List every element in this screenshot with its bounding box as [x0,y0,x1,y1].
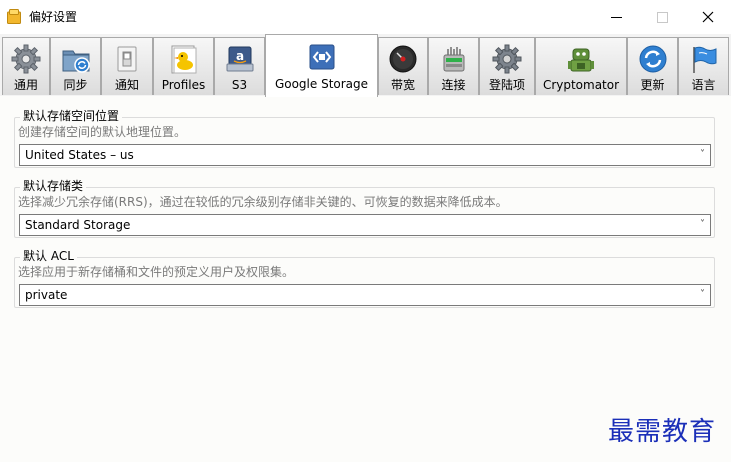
default-storage-class-group: 默认存储类 选择减少冗余存储(RRS)，通过在较低的冗余级别存储非关键的、可恢复… [14,178,715,238]
tab-label: 通知 [114,78,139,92]
tab-label: Cryptomator [542,78,620,92]
tab-label: 同步 [63,78,88,92]
tab-language[interactable]: 语言 [678,37,729,95]
minimize-button[interactable] [593,0,639,34]
preferences-toolbar: 通用 同步 通知 Profiles a S3 Google Storage 带宽… [0,34,731,97]
tab-label: Google Storage [274,77,369,91]
close-icon [702,11,714,23]
update-refresh-icon [639,45,666,73]
default-acl-value: private [25,288,68,302]
cryptomator-robot-icon [568,48,594,72]
tab-sync[interactable]: 同步 [50,37,101,95]
tab-label: 带宽 [390,78,415,92]
default-location-title: 默认存储空间位置 [20,108,123,124]
default-storage-class-description: 选择减少冗余存储(RRS)，通过在较低的冗余级别存储非关键的、可恢复的数据来降低… [18,195,508,209]
notification-switch-icon [117,46,137,72]
chevron-down-icon: ˅ [700,219,705,230]
tab-login-items[interactable]: 登陆项 [479,37,535,95]
bandwidth-gauge-icon [389,45,417,73]
sync-folder-icon [62,50,90,73]
default-location-select[interactable]: United States – us ˅ [19,144,711,166]
default-acl-title: 默认 ACL [20,248,77,264]
default-storage-class-title: 默认存储类 [20,178,87,194]
google-storage-settings-panel: 默认存储空间位置 创建存储空间的默认地理位置。 United States – … [0,96,731,462]
svg-text:a: a [235,49,243,63]
app-icon [7,9,21,24]
window-title: 偏好设置 [29,10,78,24]
default-acl-description: 选择应用于新存储桶和文件的预定义用户及权限集。 [18,265,295,279]
chevron-down-icon: ˅ [700,149,705,160]
tab-label: S3 [231,78,248,92]
chevron-down-icon: ˅ [700,289,705,300]
tab-label: 语言 [691,78,716,92]
tab-label: 更新 [640,78,665,92]
gear-icon [11,44,41,74]
tab-connection[interactable]: 连接 [428,37,479,95]
default-acl-group: 默认 ACL 选择应用于新存储桶和文件的预定义用户及权限集。 private ˅ [14,248,715,308]
tab-label: 连接 [441,78,466,92]
profiles-duck-icon [171,45,196,74]
default-location-value: United States – us [25,148,134,162]
watermark-text: 最需教育 [608,417,717,447]
language-flag-icon [692,46,716,73]
tab-label: Profiles [161,78,206,92]
default-location-group: 默认存储空间位置 创建存储空间的默认地理位置。 United States – … [14,108,715,168]
google-storage-icon [309,44,334,70]
minimize-icon [610,16,622,18]
login-items-gear-icon [492,44,522,74]
tab-bandwidth[interactable]: 带宽 [378,37,428,95]
close-button[interactable] [685,0,731,34]
default-acl-select[interactable]: private ˅ [19,284,711,306]
amazon-s3-icon: a [226,46,253,72]
tab-general[interactable]: 通用 [2,37,50,95]
default-storage-class-value: Standard Storage [25,218,131,232]
maximize-icon [656,11,668,23]
maximize-button[interactable] [639,0,685,34]
tab-label: 登陆项 [488,78,525,92]
tab-update[interactable]: 更新 [627,37,678,95]
tab-label: 通用 [13,78,38,92]
tab-notifications[interactable]: 通知 [101,37,153,95]
title-bar: 偏好设置 [0,0,731,34]
tab-profiles[interactable]: Profiles [153,37,214,95]
tab-s3[interactable]: a S3 [214,37,265,95]
tab-cryptomator[interactable]: Cryptomator [535,37,627,95]
default-storage-class-select[interactable]: Standard Storage ˅ [19,214,711,236]
connection-icon [443,47,464,72]
tab-google-storage[interactable]: Google Storage [265,34,378,97]
default-location-description: 创建存储空间的默认地理位置。 [18,125,187,139]
